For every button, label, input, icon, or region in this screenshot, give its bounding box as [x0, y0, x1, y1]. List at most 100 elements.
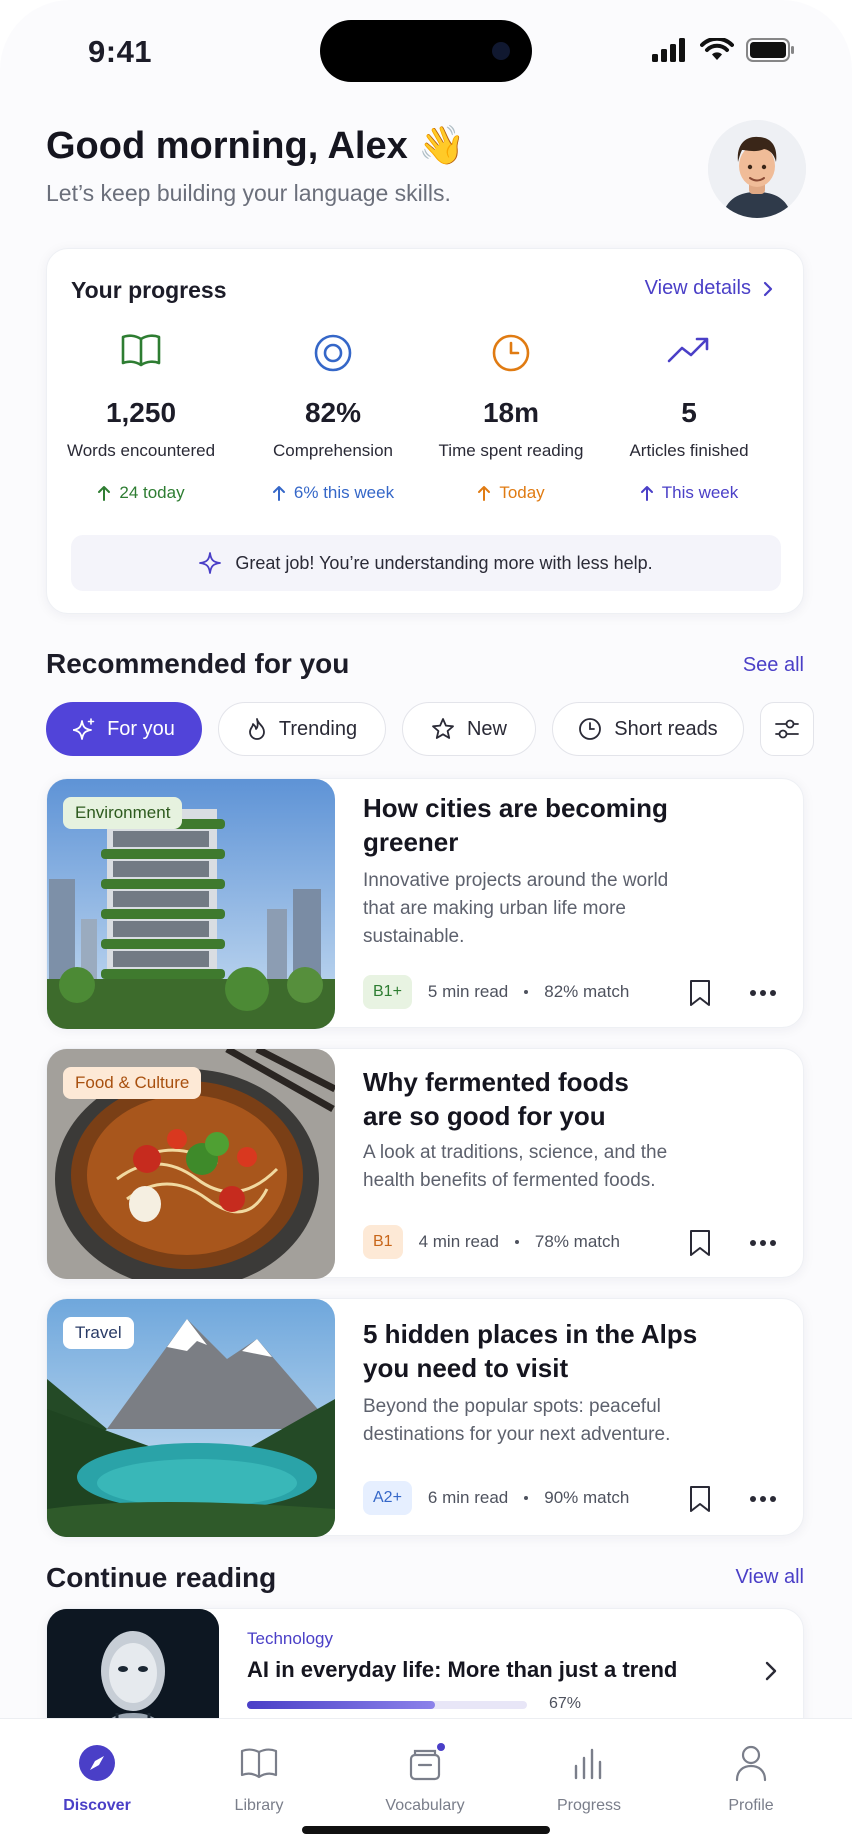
match-score: 82% match	[544, 982, 630, 1001]
clock-icon	[579, 718, 602, 740]
filter-button[interactable]	[760, 702, 814, 756]
chip-label: Short reads	[614, 717, 718, 740]
article-meta: B1+ 5 min read 82% match	[363, 975, 629, 1009]
app-screen: 9:41 Good morning, Alex 👋 Let’s keep bui…	[0, 0, 852, 1846]
stat-delta: This week	[599, 483, 779, 503]
stat-label: Time spent reading	[438, 441, 584, 460]
bookmark-icon[interactable]	[689, 1485, 711, 1513]
chip-label: New	[466, 717, 507, 740]
view-details-link[interactable]: View details	[645, 277, 773, 300]
bookmark-icon[interactable]	[689, 979, 711, 1007]
chip-new[interactable]: New	[402, 702, 536, 756]
stat-time: 18m Time spent reading Today	[421, 333, 601, 503]
stat-label: Comprehension	[272, 441, 393, 460]
read-time: 5 min read	[427, 982, 509, 1001]
target-icon	[314, 334, 352, 372]
more-options-icon[interactable]	[749, 1495, 777, 1503]
chip-for-you[interactable]: For you	[46, 702, 202, 756]
more-options-icon[interactable]	[749, 1239, 777, 1247]
more-options-icon[interactable]	[749, 989, 777, 997]
greeting-title: Good morning, Alex 👋	[46, 125, 466, 167]
separator-dot	[524, 990, 529, 994]
bookmark-icon[interactable]	[689, 1229, 711, 1257]
stat-delta-label: 6% this week	[293, 483, 395, 502]
view-details-label: View details	[644, 277, 751, 299]
article-description: Innovative projects around the world tha…	[363, 870, 669, 947]
level-badge: A2+	[363, 1481, 412, 1515]
dynamic-island	[320, 20, 532, 82]
level-badge: B1	[363, 1225, 403, 1259]
chevron-right-icon	[763, 281, 773, 296]
flame-icon	[248, 718, 265, 740]
cellular-signal-icon	[652, 38, 685, 62]
greeting-subtitle: Let’s keep building your language skills…	[46, 180, 451, 206]
article-card[interactable]: Food & Culture Why fermented foods are s…	[46, 1048, 804, 1279]
status-icons	[652, 38, 796, 62]
article-card[interactable]: Travel 5 hidden places in the Alps you n…	[46, 1298, 804, 1537]
avatar-illustration	[708, 120, 806, 218]
article-title: 5 hidden places in the Alps you need to …	[363, 1319, 698, 1383]
status-bar: 9:41	[0, 0, 852, 100]
read-time: 6 min read	[427, 1488, 509, 1507]
reading-progress-label: 67%	[549, 1695, 582, 1712]
article-description: Beyond the popular spots: peaceful desti…	[363, 1396, 671, 1445]
clock-icon	[492, 334, 530, 372]
sparkle-icon	[73, 718, 95, 740]
chart-icon	[574, 1748, 602, 1780]
star-icon	[432, 718, 454, 739]
tab-label: Discover	[63, 1797, 131, 1814]
tab-vocabulary[interactable]: Vocabulary	[360, 1741, 490, 1815]
tab-label: Progress	[556, 1797, 622, 1814]
level-badge: B1+	[363, 975, 412, 1009]
battery-icon	[746, 38, 794, 62]
article-card[interactable]: Environment How cities are becoming gree…	[46, 778, 804, 1029]
article-category: Technology	[247, 1629, 334, 1648]
tab-library[interactable]: Library	[194, 1741, 324, 1815]
tab-label: Vocabulary	[385, 1797, 465, 1814]
chip-label: Trending	[278, 717, 358, 740]
article-title: Why fermented foods are so good for you	[363, 1067, 629, 1131]
stat-delta-label: 24 today	[119, 483, 185, 502]
article-image: Travel	[47, 1299, 335, 1537]
view-all-link[interactable]: View all	[735, 1566, 804, 1589]
arrow-up-icon	[272, 486, 285, 501]
article-meta: A2+ 6 min read 90% match	[363, 1481, 629, 1515]
stat-comprehension: 82% Comprehension 6% this week	[243, 333, 423, 503]
article-title: How cities are becoming greener	[363, 793, 668, 857]
encouragement-banner: Great job! You’re understanding more wit…	[71, 535, 781, 591]
stat-value: 1,250	[105, 397, 177, 428]
arrow-up-icon	[478, 486, 491, 501]
article-tag: Food & Culture	[63, 1067, 202, 1099]
match-score: 90% match	[544, 1488, 630, 1507]
chip-trending[interactable]: Trending	[218, 702, 386, 756]
reading-progress-bar	[247, 1701, 527, 1709]
chip-short-reads[interactable]: Short reads	[552, 702, 744, 756]
trend-icon	[667, 337, 709, 363]
stat-delta: Today	[421, 483, 601, 503]
tab-progress[interactable]: Progress	[524, 1741, 654, 1815]
stat-words: 1,250 Words encountered 24 today	[51, 333, 231, 503]
stat-delta-label: Today	[499, 483, 545, 502]
separator-dot	[514, 1240, 519, 1244]
article-title: AI in everyday life: More than just a tr…	[247, 1657, 678, 1682]
stat-label: Articles finished	[629, 441, 749, 460]
avatar[interactable]	[708, 120, 806, 218]
tab-discover[interactable]: Discover	[32, 1741, 162, 1815]
arrow-up-icon	[640, 486, 653, 501]
stat-value: 18m	[482, 397, 540, 428]
stat-delta: 6% this week	[243, 483, 423, 503]
book-icon	[240, 1748, 278, 1779]
encouragement-text: Great job! You’re understanding more wit…	[235, 552, 653, 573]
match-score: 78% match	[534, 1232, 620, 1251]
stat-delta-label: This week	[661, 483, 739, 502]
chevron-right-icon	[765, 1661, 777, 1681]
see-all-link[interactable]: See all	[743, 654, 804, 677]
tab-profile[interactable]: Profile	[686, 1741, 816, 1815]
tab-label: Library	[234, 1797, 284, 1814]
cards-icon	[409, 1743, 445, 1781]
article-image: Food & Culture	[47, 1049, 335, 1279]
progress-title: Your progress	[71, 277, 227, 303]
home-indicator	[302, 1826, 550, 1834]
separator-dot	[524, 1496, 529, 1500]
recommended-title: Recommended for you	[46, 648, 350, 679]
